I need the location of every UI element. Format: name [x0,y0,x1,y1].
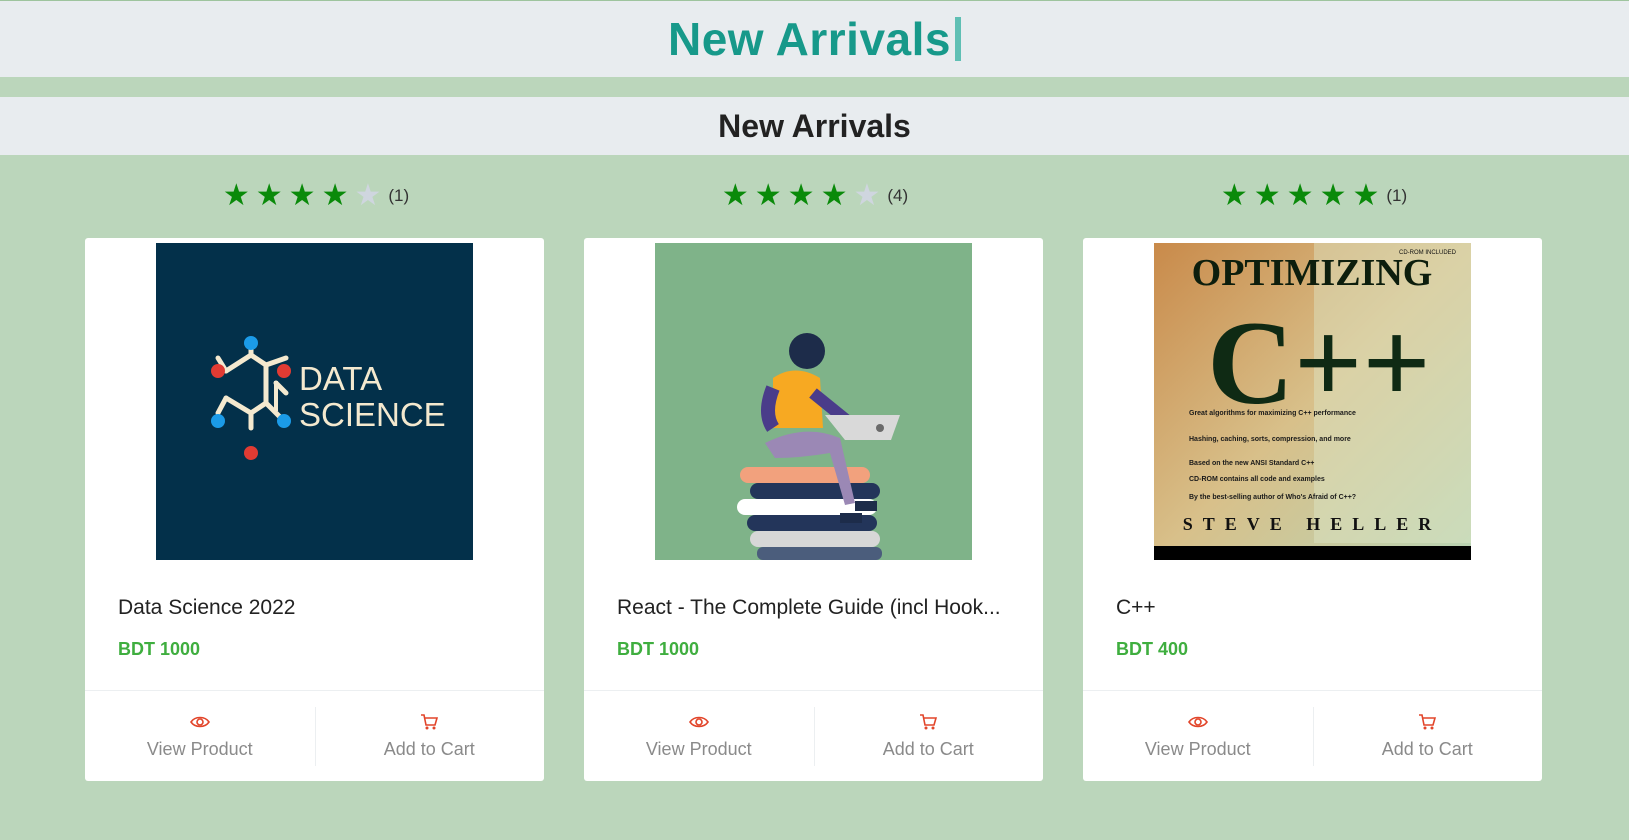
cover-bullet-1: Great algorithms for maximizing C++ perf… [1189,410,1356,417]
cover-bullet-3: Based on the new ANSI Standard C++ [1189,460,1314,467]
cover-bullet-2: Hashing, caching, sorts, compression, an… [1189,436,1351,443]
view-product-label: View Product [645,739,752,759]
view-product-button[interactable]: View Product [85,691,315,782]
product-rating: ★ ★ ★ ★ ★ (4) [584,170,1043,222]
card-actions: View Product Add to Cart [1083,690,1542,782]
star-rating: ★ ★ ★ ★ ★ [719,181,884,211]
cover-bullet-4: CD-ROM contains all code and examples [1189,476,1325,483]
product-column: ★ ★ ★ ★ ★ (1) CD-ROM INCLUDED OPTIMIZING… [1083,170,1542,781]
optimizing-cpp-cover: CD-ROM INCLUDED OPTIMIZING C++ Great alg… [1154,243,1471,560]
cart-icon [1419,714,1437,730]
product-image[interactable] [655,243,972,560]
eye-icon [1187,716,1208,728]
add-to-cart-button[interactable]: Add to Cart [314,691,545,782]
view-product-button[interactable]: View Product [584,691,814,782]
banner-title: New Arrivals [668,12,961,66]
product-card: DATA SCIENCE Data Science 2022 BDT 1000 … [85,238,544,781]
star-filled-icon: ★ [255,179,283,212]
product-rating: ★ ★ ★ ★ ★ (1) [1083,170,1542,222]
data-science-cover: DATA SCIENCE [156,243,473,560]
star-rating: ★ ★ ★ ★ ★ [220,181,385,211]
star-filled-icon: ★ [820,179,848,212]
view-product-button[interactable]: View Product [1083,691,1313,782]
eye-icon [189,716,210,728]
star-filled-icon: ★ [721,179,749,212]
cart-icon [920,714,938,730]
add-to-cart-button[interactable]: Add to Cart [1312,691,1543,782]
star-filled-icon: ★ [288,179,316,212]
eye-icon [688,716,709,728]
add-to-cart-label: Add to Cart [1381,739,1473,759]
section-header: New Arrivals [0,97,1629,155]
product-price: BDT 1000 [118,639,201,659]
cart-icon [421,714,439,730]
product-title[interactable]: Data Science 2022 [118,596,518,620]
product-title[interactable]: React - The Complete Guide (incl Hook... [617,596,1017,620]
star-filled-icon: ★ [1352,179,1380,212]
add-to-cart-label: Add to Cart [882,739,974,759]
product-column: ★ ★ ★ ★ ★ (4) React - The Complete Guide… [584,170,1043,781]
star-filled-icon: ★ [1319,179,1347,212]
star-filled-icon: ★ [1253,179,1281,212]
review-count: (4) [887,186,909,205]
product-title[interactable]: C++ [1116,596,1516,620]
product-card: CD-ROM INCLUDED OPTIMIZING C++ Great alg… [1083,238,1542,781]
section-title: New Arrivals [718,107,911,144]
cover-text-optimizing: OPTIMIZING [1192,252,1433,294]
star-filled-icon: ★ [754,179,782,212]
star-filled-icon: ★ [1286,179,1314,212]
product-column: ★ ★ ★ ★ ★ (1) DATA SCIENCE Data Science … [85,170,544,781]
cover-text-data: DATA [299,360,382,397]
card-actions: View Product Add to Cart [584,690,1043,782]
typing-caret [955,17,961,61]
card-actions: View Product Add to Cart [85,690,544,782]
star-filled-icon: ★ [787,179,815,212]
star-filled-icon: ★ [1220,179,1248,212]
cover-bullet-5: By the best-selling author of Who's Afra… [1189,494,1356,501]
product-rating: ★ ★ ★ ★ ★ (1) [85,170,544,222]
review-count: (1) [1386,186,1408,205]
banner-title-text: New Arrivals [668,13,951,65]
product-price: BDT 400 [1116,639,1189,659]
review-count: (1) [388,186,410,205]
star-rating: ★ ★ ★ ★ ★ [1218,181,1383,211]
view-product-label: View Product [1144,739,1251,759]
product-image[interactable]: CD-ROM INCLUDED OPTIMIZING C++ Great alg… [1154,243,1471,560]
product-price: BDT 1000 [617,639,700,659]
star-empty-icon: ★ [853,179,881,212]
star-filled-icon: ★ [222,179,250,212]
react-guide-cover [655,243,972,560]
star-empty-icon: ★ [354,179,382,212]
cover-text-science: SCIENCE [299,396,446,433]
top-banner: New Arrivals [0,0,1629,77]
add-to-cart-label: Add to Cart [383,739,475,759]
view-product-label: View Product [146,739,253,759]
product-image[interactable]: DATA SCIENCE [156,243,473,560]
product-card: React - The Complete Guide (incl Hook...… [584,238,1043,781]
cover-text-author: STEVE HELLER [1183,514,1442,534]
add-to-cart-button[interactable]: Add to Cart [813,691,1044,782]
star-filled-icon: ★ [321,179,349,212]
